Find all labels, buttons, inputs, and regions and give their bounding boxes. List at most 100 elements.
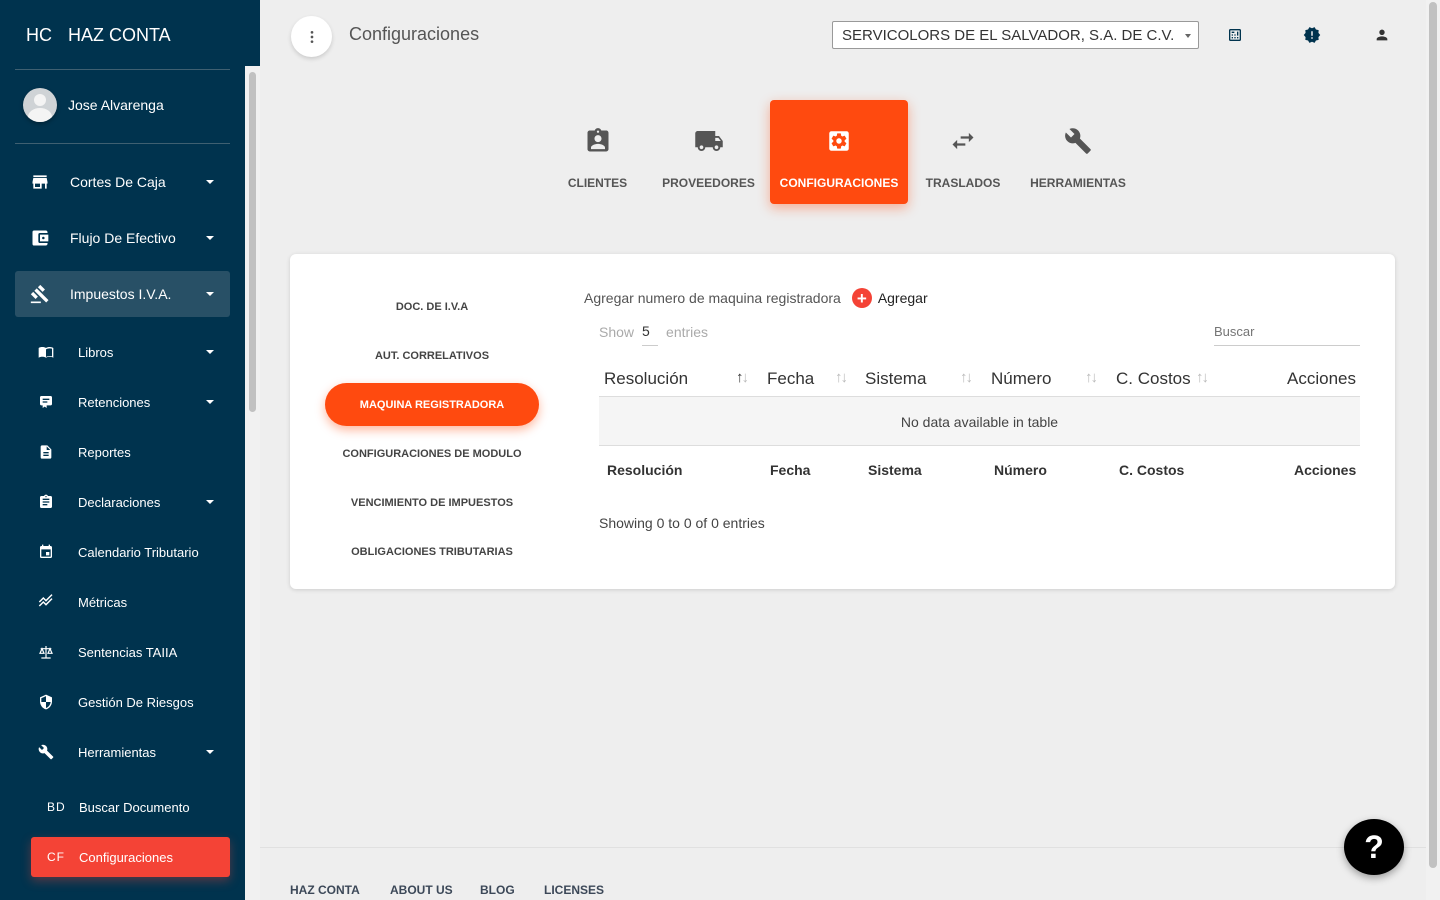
plus-icon: + bbox=[851, 288, 872, 308]
sidebar-subitem-label: Métricas bbox=[78, 594, 128, 610]
item-abbr: CF bbox=[47, 850, 65, 864]
sort-icon[interactable]: ↑↓ bbox=[960, 369, 973, 386]
user-menu-button[interactable] bbox=[1373, 26, 1391, 44]
caret-down-icon bbox=[206, 500, 214, 504]
trending-icon bbox=[38, 594, 54, 610]
column-footer-fecha: Fecha bbox=[770, 462, 811, 478]
tab-proveedores[interactable]: PROVEEDORES bbox=[657, 100, 760, 204]
sort-icon[interactable]: ↑↓ bbox=[1196, 369, 1209, 386]
brand-mini: HC bbox=[26, 24, 52, 45]
config-menu-maquina-registradora[interactable]: MAQUINA REGISTRADORA bbox=[325, 383, 539, 426]
footer-link-blog[interactable]: BLOG bbox=[480, 883, 515, 897]
calculator-button[interactable] bbox=[1226, 26, 1244, 44]
brand-name: HAZ CONTA bbox=[68, 24, 171, 45]
sidebar: HC HAZ CONTA Jose Alvarenga Cortes De Ca… bbox=[0, 0, 260, 900]
clipboard-icon bbox=[38, 494, 54, 510]
swap-icon bbox=[949, 126, 977, 156]
footer-link-haz-conta[interactable]: HAZ CONTA bbox=[290, 883, 360, 897]
sidebar-subitem-buscar-documento[interactable]: BD Buscar Documento bbox=[31, 787, 230, 827]
config-menu-configuraciones-modulo[interactable]: CONFIGURACIONES DE MODULO bbox=[325, 432, 539, 475]
book-icon bbox=[38, 344, 54, 360]
table-info: Showing 0 to 0 of 0 entries bbox=[599, 515, 765, 531]
user-profile[interactable]: Jose Alvarenga bbox=[23, 88, 164, 122]
sort-icon[interactable]: ↑↓ bbox=[835, 369, 848, 386]
column-header-c-costos[interactable]: C. Costos bbox=[1116, 369, 1191, 389]
sidebar-item-cortes-de-caja[interactable]: Cortes De Caja bbox=[15, 159, 230, 205]
sidebar-subitem-libros[interactable]: Libros bbox=[31, 332, 230, 372]
scrollbar-thumb[interactable] bbox=[249, 72, 256, 412]
add-button-label: Agregar bbox=[877, 290, 928, 306]
sidebar-subitem-configuraciones[interactable]: CF Configuraciones bbox=[31, 837, 230, 877]
column-footer-sistema: Sistema bbox=[868, 462, 922, 478]
config-menu-vencimiento-impuestos[interactable]: VENCIMIENTO DE IMPUESTOS bbox=[325, 481, 539, 524]
config-card: DOC. DE I.V.A AUT. CORRELATIVOS MAQUINA … bbox=[290, 254, 1395, 589]
caret-down-icon bbox=[206, 236, 214, 240]
alert-badge-icon bbox=[1303, 27, 1321, 43]
caret-down-icon bbox=[206, 292, 214, 296]
store-icon bbox=[30, 172, 50, 192]
wrench-icon bbox=[38, 744, 54, 760]
scrollbar-thumb[interactable] bbox=[1429, 2, 1437, 868]
footer-link-about-us[interactable]: ABOUT US bbox=[390, 883, 453, 897]
config-menu-obligaciones-tributarias[interactable]: OBLIGACIONES TRIBUTARIAS bbox=[325, 530, 539, 573]
gavel-icon bbox=[30, 284, 50, 304]
notifications-button[interactable] bbox=[1303, 26, 1321, 44]
add-button[interactable]: + Agregar bbox=[851, 288, 928, 308]
user-name: Jose Alvarenga bbox=[68, 97, 164, 113]
column-footer-numero: Número bbox=[994, 462, 1047, 478]
sidebar-subitem-gestion-de-riesgos[interactable]: Gestión De Riesgos bbox=[31, 682, 230, 722]
column-footer-resolucion: Resolución bbox=[607, 462, 683, 478]
sort-icon[interactable]: ↑↓ bbox=[736, 369, 749, 386]
tab-label: CONFIGURACIONES bbox=[779, 176, 899, 190]
more-menu-button[interactable] bbox=[291, 16, 332, 57]
sidebar-item-flujo-de-efectivo[interactable]: Flujo De Efectivo bbox=[15, 215, 230, 261]
tab-herramientas[interactable]: HERRAMIENTAS bbox=[1026, 100, 1130, 204]
column-header-fecha[interactable]: Fecha bbox=[767, 369, 814, 389]
brand[interactable]: HC HAZ CONTA bbox=[0, 0, 260, 70]
sidebar-subitem-label: Sentencias TAIIA bbox=[78, 644, 178, 660]
sidebar-subitem-calendario-tributario[interactable]: Calendario Tributario bbox=[31, 532, 230, 572]
settings-icon bbox=[826, 126, 852, 156]
truck-icon bbox=[694, 126, 724, 156]
page-length-select[interactable]: 5 bbox=[642, 323, 659, 346]
avatar bbox=[23, 88, 57, 122]
sidebar-subitem-reportes[interactable]: Reportes bbox=[31, 432, 230, 472]
sidebar-subitem-metricas[interactable]: Métricas bbox=[31, 582, 230, 622]
search-input[interactable] bbox=[1214, 318, 1360, 346]
sort-icon[interactable]: ↑↓ bbox=[1085, 369, 1098, 386]
sidebar-subitem-label: Reportes bbox=[78, 444, 131, 460]
add-description: Agregar numero de maquina registradora bbox=[584, 290, 841, 306]
show-label: Show bbox=[599, 323, 635, 340]
tab-traslados[interactable]: TRASLADOS bbox=[920, 100, 1006, 204]
page-scrollbar[interactable] bbox=[1426, 0, 1440, 900]
sidebar-subitem-label: Calendario Tributario bbox=[78, 544, 199, 560]
main-content: Configuraciones SERVICOLORS DE EL SALVAD… bbox=[260, 0, 1426, 900]
config-menu-aut-correlativos[interactable]: AUT. CORRELATIVOS bbox=[325, 334, 539, 377]
sidebar-subitem-label: Configuraciones bbox=[79, 849, 173, 865]
tab-label: PROVEEDORES bbox=[662, 176, 755, 190]
tab-configuraciones[interactable]: CONFIGURACIONES bbox=[770, 100, 908, 204]
config-menu-doc-iva[interactable]: DOC. DE I.V.A bbox=[325, 285, 539, 328]
entries-label: entries bbox=[666, 323, 709, 340]
page-length-control: Show 5 entries bbox=[599, 320, 709, 346]
sidebar-subitem-declaraciones[interactable]: Declaraciones bbox=[31, 482, 230, 522]
column-header-numero[interactable]: Número bbox=[991, 369, 1051, 389]
footer-link-licenses[interactable]: LICENSES bbox=[544, 883, 604, 897]
sidebar-scrollbar[interactable] bbox=[245, 66, 260, 900]
tab-label: TRASLADOS bbox=[925, 176, 1001, 190]
help-button[interactable]: ? bbox=[1344, 819, 1404, 875]
column-header-sistema[interactable]: Sistema bbox=[865, 369, 926, 389]
sidebar-item-label: Impuestos I.V.A. bbox=[70, 286, 172, 302]
sidebar-subitem-retenciones[interactable]: Retenciones bbox=[31, 382, 230, 422]
column-header-resolucion[interactable]: Resolución bbox=[604, 369, 688, 389]
add-row: Agregar numero de maquina registradora +… bbox=[584, 288, 928, 308]
tab-clientes[interactable]: CLIENTES bbox=[550, 100, 645, 204]
tab-label: HERRAMIENTAS bbox=[1030, 176, 1126, 190]
sidebar-item-label: Flujo De Efectivo bbox=[70, 230, 176, 246]
sidebar-subitem-herramientas[interactable]: Herramientas bbox=[31, 732, 230, 772]
caret-down-icon bbox=[206, 180, 214, 184]
sidebar-item-impuestos-iva[interactable]: Impuestos I.V.A. bbox=[15, 271, 230, 317]
company-select[interactable]: SERVICOLORS DE EL SALVADOR, S.A. DE C.V. bbox=[832, 21, 1199, 49]
sidebar-subitem-sentencias-taiia[interactable]: Sentencias TAIIA bbox=[31, 632, 230, 672]
sidebar-subitem-label: Herramientas bbox=[78, 744, 157, 760]
